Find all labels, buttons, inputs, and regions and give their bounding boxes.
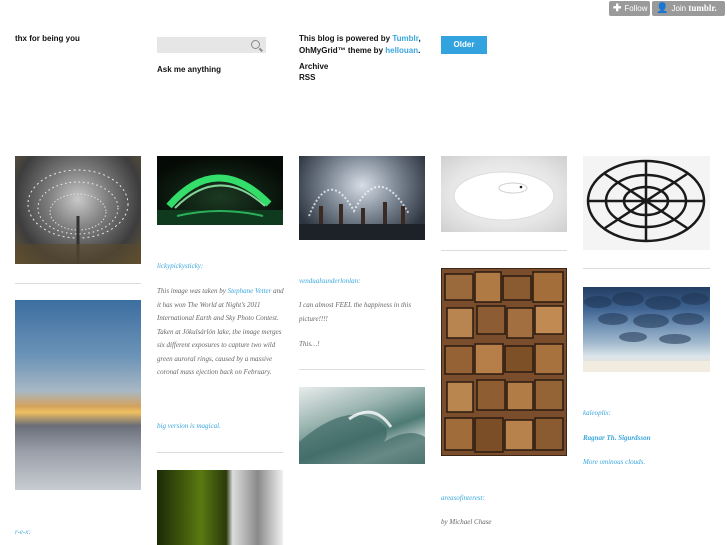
post-comment: This…! <box>299 340 320 348</box>
post-divider <box>441 250 567 251</box>
post-source-link[interactable]: r-e-x: <box>15 526 31 540</box>
big-version-link[interactable]: big version is magical. <box>157 420 221 434</box>
tumblr-link[interactable]: Tumblr <box>392 34 418 43</box>
post-divider <box>15 283 141 284</box>
post-divider <box>157 452 283 453</box>
post-source-link[interactable]: lickypickysticky: <box>157 260 203 274</box>
post-image-abstract[interactable] <box>157 470 283 545</box>
ask-link[interactable]: Ask me anything <box>157 65 221 74</box>
dew-tree-photo <box>15 169 141 264</box>
wood-blocks-photo <box>441 268 567 456</box>
splash-photo <box>299 185 425 240</box>
plus-icon: ✚ <box>613 3 622 14</box>
post-divider <box>583 268 710 269</box>
post-image-ominous-clouds[interactable] <box>583 287 710 372</box>
powered-by: This blog is powered by Tumblr, OhMyGrid… <box>299 34 421 55</box>
post-credit: by Michael Chase <box>441 518 492 526</box>
author-link[interactable]: Ragnar Th. Sigurdsson <box>583 432 651 446</box>
blog-tagline: thx for being you <box>15 34 80 43</box>
post-source-link[interactable]: vendualsunderlonlan: <box>299 275 360 289</box>
follow-button[interactable]: ✚ Follow <box>609 1 650 16</box>
wave-photo <box>299 410 425 464</box>
post-image-sunset-clouds[interactable] <box>15 300 141 490</box>
search-icon[interactable] <box>251 40 260 49</box>
post-quote: I can almost FEEL the happiness in this … <box>299 301 412 323</box>
user-icon: 👤 <box>656 3 669 14</box>
more-clouds-link[interactable]: More ominous clouds. <box>583 456 645 470</box>
post-image-wave[interactable] <box>299 387 425 464</box>
post-image-dew-tree[interactable] <box>15 156 141 264</box>
theme-author-link[interactable]: hellouan <box>385 46 418 55</box>
snake-photo <box>453 171 555 221</box>
post-image-wood-blocks[interactable] <box>441 268 567 456</box>
search-input[interactable] <box>157 37 266 53</box>
post-image-splash[interactable] <box>299 156 425 240</box>
post-caption: This image was taken by Stephane Vetter … <box>157 287 284 376</box>
post-image-aurora[interactable] <box>157 156 283 225</box>
join-tumblr-button[interactable]: 👤 Join tumblr. <box>652 1 725 16</box>
aurora-photo <box>157 156 283 225</box>
older-button[interactable]: Older <box>441 36 487 54</box>
photographer-link[interactable]: Stephane Vetter <box>228 287 272 295</box>
post-source-link[interactable]: areasofinterest: <box>441 492 485 506</box>
post-image-white-snake[interactable] <box>441 156 567 232</box>
post-image-geometric-sculpture[interactable] <box>583 156 710 250</box>
clouds-photo <box>583 292 710 372</box>
post-divider <box>299 369 425 370</box>
rss-link[interactable]: RSS <box>299 73 315 82</box>
post-source-link[interactable]: kaleoplix: <box>583 407 611 421</box>
archive-link[interactable]: Archive <box>299 62 328 71</box>
sculpture-photo <box>586 159 706 243</box>
